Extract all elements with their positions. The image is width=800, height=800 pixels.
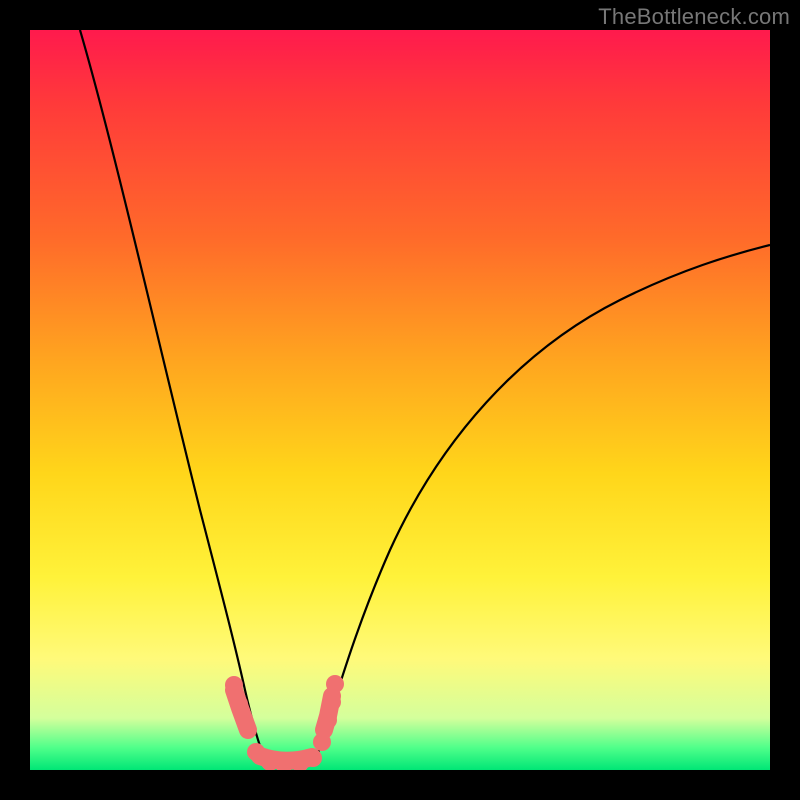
curve-left-branch — [80, 30, 266, 762]
chart-marker — [304, 749, 322, 767]
chart-marker — [326, 675, 344, 693]
chart-marker — [230, 695, 248, 713]
chart-frame: TheBottleneck.com — [0, 0, 800, 800]
watermark-text: TheBottleneck.com — [598, 4, 790, 30]
chart-marker — [225, 676, 243, 694]
chart-marker — [323, 693, 341, 711]
chart-marker — [319, 711, 337, 729]
chart-marker — [313, 733, 331, 751]
curve-right-branch — [315, 245, 770, 762]
chart-plot-area — [30, 30, 770, 770]
chart-svg — [30, 30, 770, 770]
